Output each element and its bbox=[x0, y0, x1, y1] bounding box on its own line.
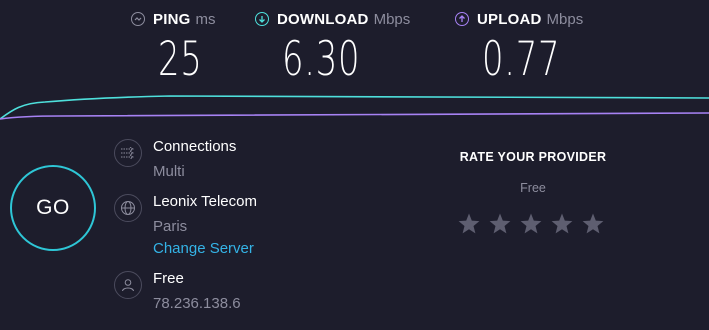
isp-name: Free bbox=[153, 270, 184, 287]
rate-provider-title: RATE YOUR PROVIDER bbox=[459, 150, 607, 164]
upload-graph-line bbox=[0, 112, 709, 120]
star-rating[interactable] bbox=[457, 212, 605, 236]
download-arrow-icon bbox=[255, 12, 269, 26]
connections-title: Connections bbox=[153, 138, 237, 155]
download-metric: DOWNLOAD Mbps 6.30 bbox=[255, 8, 411, 87]
rate-provider-name: Free bbox=[520, 181, 546, 195]
upload-arrow-icon bbox=[455, 12, 469, 26]
upload-metric: UPLOAD Mbps 0.77 bbox=[455, 8, 584, 87]
speed-graph bbox=[0, 95, 709, 120]
star-icon[interactable] bbox=[519, 212, 543, 236]
download-value: 6.30 bbox=[282, 32, 361, 87]
star-icon[interactable] bbox=[488, 212, 512, 236]
star-icon[interactable] bbox=[457, 212, 481, 236]
globe-icon bbox=[114, 194, 142, 222]
upload-value: 0.77 bbox=[482, 32, 561, 87]
upload-label: UPLOAD bbox=[477, 10, 542, 28]
go-button[interactable]: GO bbox=[10, 165, 96, 251]
ping-label: PING bbox=[153, 10, 191, 28]
connections-mode[interactable]: Multi bbox=[153, 163, 185, 180]
download-label: DOWNLOAD bbox=[277, 10, 369, 28]
ping-metric: PING ms 25 bbox=[131, 8, 216, 87]
ping-icon bbox=[131, 12, 145, 26]
ping-value: 25 bbox=[158, 32, 203, 87]
connections-icon bbox=[114, 139, 142, 167]
star-icon[interactable] bbox=[550, 212, 574, 236]
ping-unit: ms bbox=[195, 10, 216, 28]
server-location: Paris bbox=[153, 218, 188, 235]
star-icon[interactable] bbox=[581, 212, 605, 236]
user-icon bbox=[114, 271, 142, 299]
download-unit: Mbps bbox=[373, 10, 411, 28]
upload-unit: Mbps bbox=[546, 10, 584, 28]
change-server-link[interactable]: Change Server bbox=[153, 240, 254, 257]
ip-address: 78.236.138.6 bbox=[153, 295, 241, 312]
server-name: Leonix Telecom bbox=[153, 193, 257, 210]
